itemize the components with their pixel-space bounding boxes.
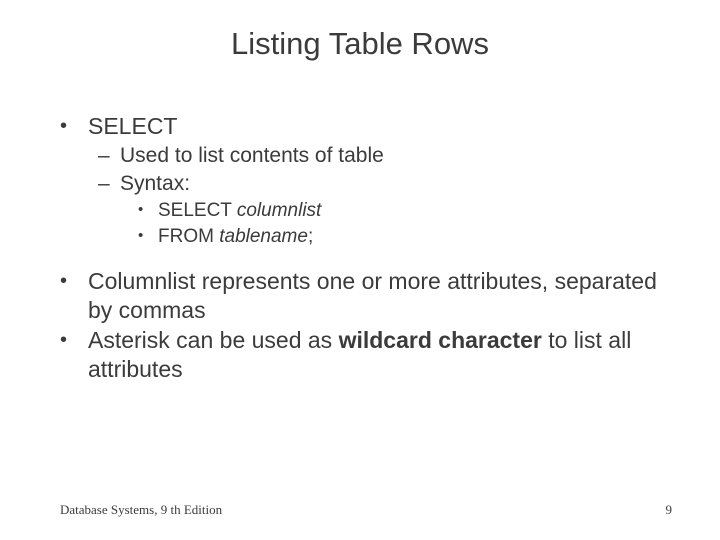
slide-title: Listing Table Rows — [0, 26, 720, 62]
text-pre: Asterisk can be used as — [88, 327, 339, 353]
bullet-text: Syntax: — [120, 171, 672, 197]
bullet-text: Columnlist represents one or more attrib… — [88, 267, 672, 325]
bullet-dot-icon: • — [60, 112, 88, 141]
dash-icon: – — [98, 171, 120, 197]
footer-left: Database Systems, 9 th Edition — [60, 502, 222, 518]
slide: Listing Table Rows • SELECT – Used to li… — [0, 0, 720, 540]
bullet-text: Used to list contents of table — [120, 143, 672, 169]
text-post: ; — [308, 226, 313, 247]
page-number: 9 — [666, 502, 673, 518]
text-italic: tablename — [219, 226, 308, 247]
bullet-text: SELECT columnlist — [158, 199, 672, 223]
text-italic: columnlist — [237, 200, 321, 221]
bullet-columnlist: • Columnlist represents one or more attr… — [60, 267, 672, 325]
bullet-dot-icon: • — [60, 326, 88, 384]
slide-content: • SELECT – Used to list contents of tabl… — [60, 112, 672, 386]
bullet-used-to: – Used to list contents of table — [98, 143, 672, 169]
text-pre: FROM — [158, 226, 219, 247]
bullet-syntax: – Syntax: — [98, 171, 672, 197]
sub-group: – Used to list contents of table – Synta… — [98, 143, 672, 249]
bullet-dot-icon: • — [60, 267, 88, 325]
bullet-from-tablename: • FROM tablename; — [138, 225, 672, 249]
bullet-text: SELECT — [88, 112, 672, 141]
spacer — [60, 257, 672, 267]
bullet-dot-icon: • — [138, 199, 158, 223]
syntax-group: • SELECT columnlist • FROM tablename; — [138, 199, 672, 249]
bullet-dot-icon: • — [138, 225, 158, 249]
bullet-select-columnlist: • SELECT columnlist — [138, 199, 672, 223]
bullet-text: FROM tablename; — [158, 225, 672, 249]
text-pre: SELECT — [158, 200, 237, 221]
bullet-asterisk: • Asterisk can be used as wildcard chara… — [60, 326, 672, 384]
bullet-select: • SELECT — [60, 112, 672, 141]
text-bold: wildcard character — [339, 327, 542, 353]
dash-icon: – — [98, 143, 120, 169]
bullet-text: Asterisk can be used as wildcard charact… — [88, 326, 672, 384]
